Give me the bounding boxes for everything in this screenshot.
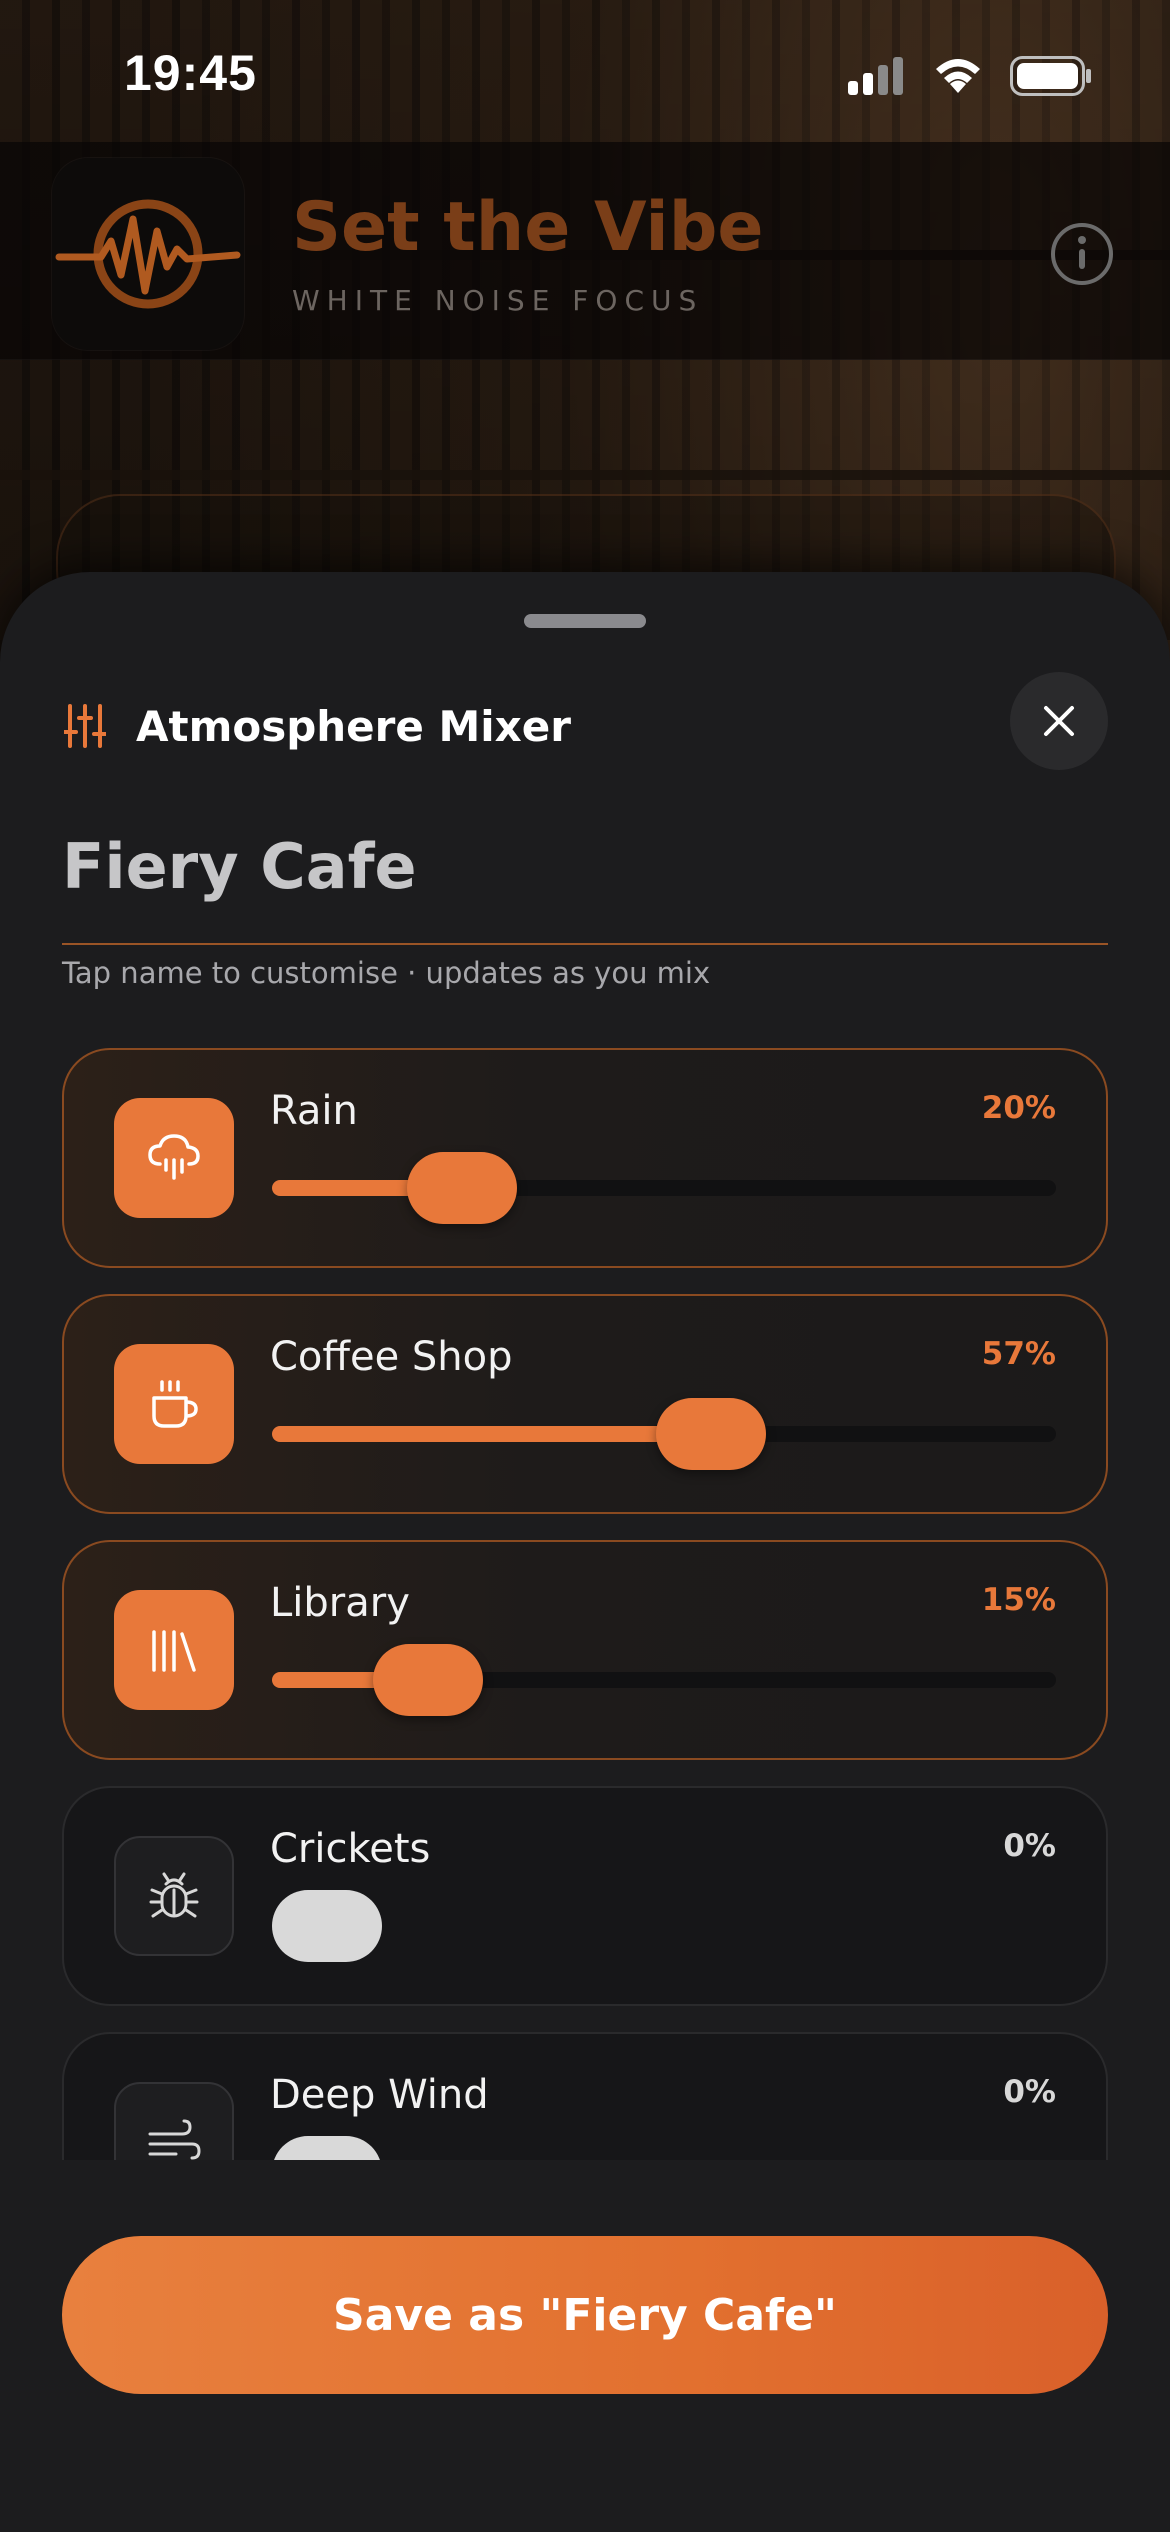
track-crickets: Crickets 0% xyxy=(62,1786,1108,2006)
info-icon[interactable] xyxy=(1050,222,1114,286)
track-label: Coffee Shop xyxy=(270,1334,513,1380)
preset-hint: Tap name to customise · updates as you m… xyxy=(62,956,711,990)
screen: 19:45 Set the Vibe WHITE NOISE FOCUS Atm… xyxy=(0,0,1170,2532)
status-bar: 19:45 xyxy=(0,0,1170,150)
bug-icon xyxy=(149,1872,199,1918)
coffee-cup-icon xyxy=(152,1380,198,1428)
books-icon xyxy=(152,1630,196,1672)
track-label: Rain xyxy=(270,1088,358,1134)
app-logo xyxy=(52,158,244,350)
track-library: Library 15% xyxy=(62,1540,1108,1760)
track-icon-tile[interactable] xyxy=(114,1836,234,1956)
wifi-icon xyxy=(936,59,980,93)
status-icons xyxy=(848,56,1092,96)
sheet-grabber[interactable] xyxy=(524,614,646,628)
slider-thumb[interactable] xyxy=(656,1398,767,1470)
track-percent: 20% xyxy=(981,1090,1056,1126)
volume-slider[interactable] xyxy=(272,1152,1056,1224)
wind-icon xyxy=(148,2119,201,2160)
app-title: Set the Vibe xyxy=(292,188,764,267)
app-subtitle: WHITE NOISE FOCUS xyxy=(292,284,704,317)
slider-thumb[interactable] xyxy=(373,1644,484,1716)
track-percent: 0% xyxy=(1003,2074,1056,2110)
rain-cloud-icon xyxy=(148,1134,200,1180)
slider-thumb[interactable] xyxy=(272,1890,382,1962)
track-percent: 57% xyxy=(981,1336,1056,1372)
volume-slider[interactable] xyxy=(272,1644,1056,1716)
mixer-sheet: Atmosphere Mixer Fiery Cafe Tap name to … xyxy=(0,572,1170,2532)
waveform-logo-icon xyxy=(55,199,241,309)
sliders-icon xyxy=(64,704,106,748)
mixer-title: Atmosphere Mixer xyxy=(136,701,571,751)
track-list[interactable]: Rain 20% Coffee Shop 57% Library 15% Cri… xyxy=(62,1048,1108,2160)
track-label: Crickets xyxy=(270,1826,431,1872)
slider-thumb[interactable] xyxy=(272,2136,382,2160)
app-header: Set the Vibe WHITE NOISE FOCUS xyxy=(0,142,1170,360)
track-label: Deep Wind xyxy=(270,2072,489,2118)
track-rain: Rain 20% xyxy=(62,1048,1108,1268)
shelf-divider xyxy=(0,470,1170,480)
volume-slider[interactable] xyxy=(272,1398,1056,1470)
track-icon-tile[interactable] xyxy=(114,1344,234,1464)
track-label: Library xyxy=(270,1580,410,1626)
track-coffee-shop: Coffee Shop 57% xyxy=(62,1294,1108,1514)
track-icon-tile[interactable] xyxy=(114,1590,234,1710)
track-percent: 15% xyxy=(981,1582,1056,1618)
track-deep-wind: Deep Wind 0% xyxy=(62,2032,1108,2160)
preset-name-input[interactable]: Fiery Cafe xyxy=(62,830,1108,945)
battery-icon xyxy=(1010,56,1091,96)
track-icon-tile[interactable] xyxy=(114,1098,234,1218)
slider-fill xyxy=(272,1426,712,1442)
save-preset-button[interactable]: Save as "Fiery Cafe" xyxy=(62,2236,1108,2394)
cellular-signal-icon xyxy=(848,57,903,95)
volume-slider[interactable] xyxy=(272,1890,1056,1962)
close-icon xyxy=(1044,706,1074,736)
track-icon-tile[interactable] xyxy=(114,2082,234,2160)
mixer-title-row: Atmosphere Mixer xyxy=(64,696,571,756)
slider-thumb[interactable] xyxy=(406,1152,517,1224)
close-button[interactable] xyxy=(1010,672,1108,770)
status-time: 19:45 xyxy=(124,45,257,101)
track-percent: 0% xyxy=(1003,1828,1056,1864)
